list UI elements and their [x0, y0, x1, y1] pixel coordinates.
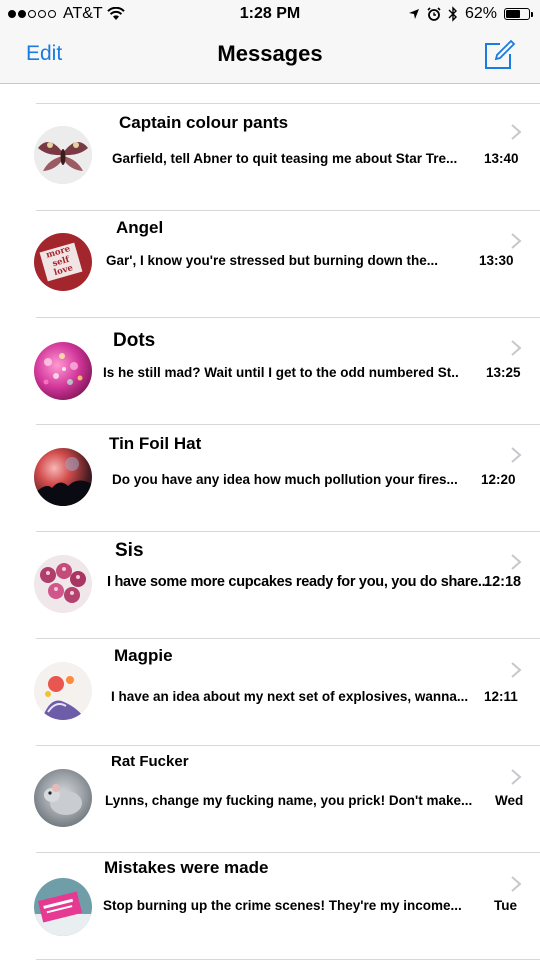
message-preview: I have some more cupcakes ready for you,… — [107, 574, 490, 590]
contact-name: Captain colour pants — [119, 113, 289, 132]
contact-avatar — [34, 555, 92, 613]
message-time: 12:20 — [481, 472, 516, 487]
contact-avatar — [34, 448, 92, 506]
conversation-row[interactable]: more self love Angel Gar', I know you're… — [0, 210, 540, 317]
chevron-right-icon — [511, 554, 522, 570]
chevron-right-icon — [511, 769, 522, 785]
rat-icon — [44, 784, 82, 815]
message-preview: Is he still mad? Wait until I get to the… — [103, 365, 459, 380]
contact-avatar — [34, 662, 92, 720]
contact-name: Mistakes were made — [104, 858, 269, 877]
smoke-fire-icon — [34, 457, 92, 506]
contact-name: Tin Foil Hat — [109, 434, 202, 453]
message-time: 13:30 — [479, 253, 514, 268]
bokeh-dots-icon — [43, 353, 83, 385]
message-preview: Do you have any idea how much pollution … — [112, 472, 458, 487]
contact-avatar — [34, 126, 92, 184]
message-time: 13:25 — [486, 365, 521, 380]
battery-fill — [506, 10, 520, 18]
message-time: 12:18 — [484, 574, 522, 590]
message-preview: Lynns, change my fucking name, you prick… — [105, 793, 473, 808]
conversation-row[interactable]: Tin Foil Hat Do you have any idea how mu… — [0, 424, 540, 531]
message-preview: Stop burning up the crime scenes! They'r… — [103, 898, 462, 913]
alarm-clock-icon — [427, 7, 441, 21]
contact-name: Sis — [115, 540, 144, 561]
chevron-right-icon — [511, 662, 522, 678]
contact-avatar: more self love — [34, 233, 92, 291]
battery-icon — [504, 8, 533, 20]
chevron-right-icon — [511, 233, 522, 249]
status-bar: AT&T 1:28 PM 62% — [0, 0, 540, 28]
chevron-right-icon — [511, 876, 522, 892]
compose-icon[interactable] — [482, 38, 516, 72]
chevron-right-icon — [511, 340, 522, 356]
contact-name: Rat Fucker — [111, 753, 189, 770]
message-time: Wed — [495, 793, 524, 808]
status-right: 62% — [408, 5, 533, 23]
contact-name: Magpie — [114, 646, 173, 665]
message-time: Tue — [494, 898, 517, 913]
contact-avatar — [34, 342, 92, 400]
contact-avatar — [34, 769, 92, 827]
message-time: 13:40 — [484, 151, 519, 166]
moth-icon — [34, 126, 92, 184]
battery-percent: 62% — [464, 5, 497, 22]
conversation-row[interactable]: Rat Fucker Lynns, change my fucking name… — [0, 745, 540, 852]
conversation-row[interactable]: Dots Is he still mad? Wait until I get t… — [0, 317, 540, 424]
sign-photo-icon — [34, 891, 92, 936]
page-title: Messages — [217, 41, 323, 66]
message-preview: Gar', I know you're stressed but burning… — [106, 253, 438, 268]
contact-name: Angel — [116, 218, 164, 237]
conversation-row[interactable]: Captain colour pants Garfield, tell Abne… — [0, 103, 540, 210]
chevron-right-icon — [511, 124, 522, 140]
cupcakes-icon — [40, 563, 86, 603]
message-preview: I have an idea about my next set of expl… — [111, 689, 469, 704]
contact-name: Dots — [113, 330, 156, 351]
jewelry-icon — [44, 676, 86, 720]
message-preview: Garfield, tell Abner to quit teasing me … — [112, 151, 458, 166]
bluetooth-icon — [448, 6, 457, 22]
contact-avatar — [34, 878, 92, 936]
location-arrow-icon — [408, 9, 419, 19]
nav-bar: Edit Messages — [0, 28, 540, 84]
conversation-row[interactable]: Sis I have some more cupcakes ready for … — [0, 531, 540, 638]
conversation-row[interactable]: Magpie I have an idea about my next set … — [0, 638, 540, 745]
chevron-right-icon — [511, 447, 522, 463]
message-time: 12:11 — [484, 689, 518, 704]
avatar-sticker-text: more self love — [39, 242, 83, 282]
conversation-row[interactable]: Mistakes were made Stop burning up the c… — [0, 852, 540, 959]
